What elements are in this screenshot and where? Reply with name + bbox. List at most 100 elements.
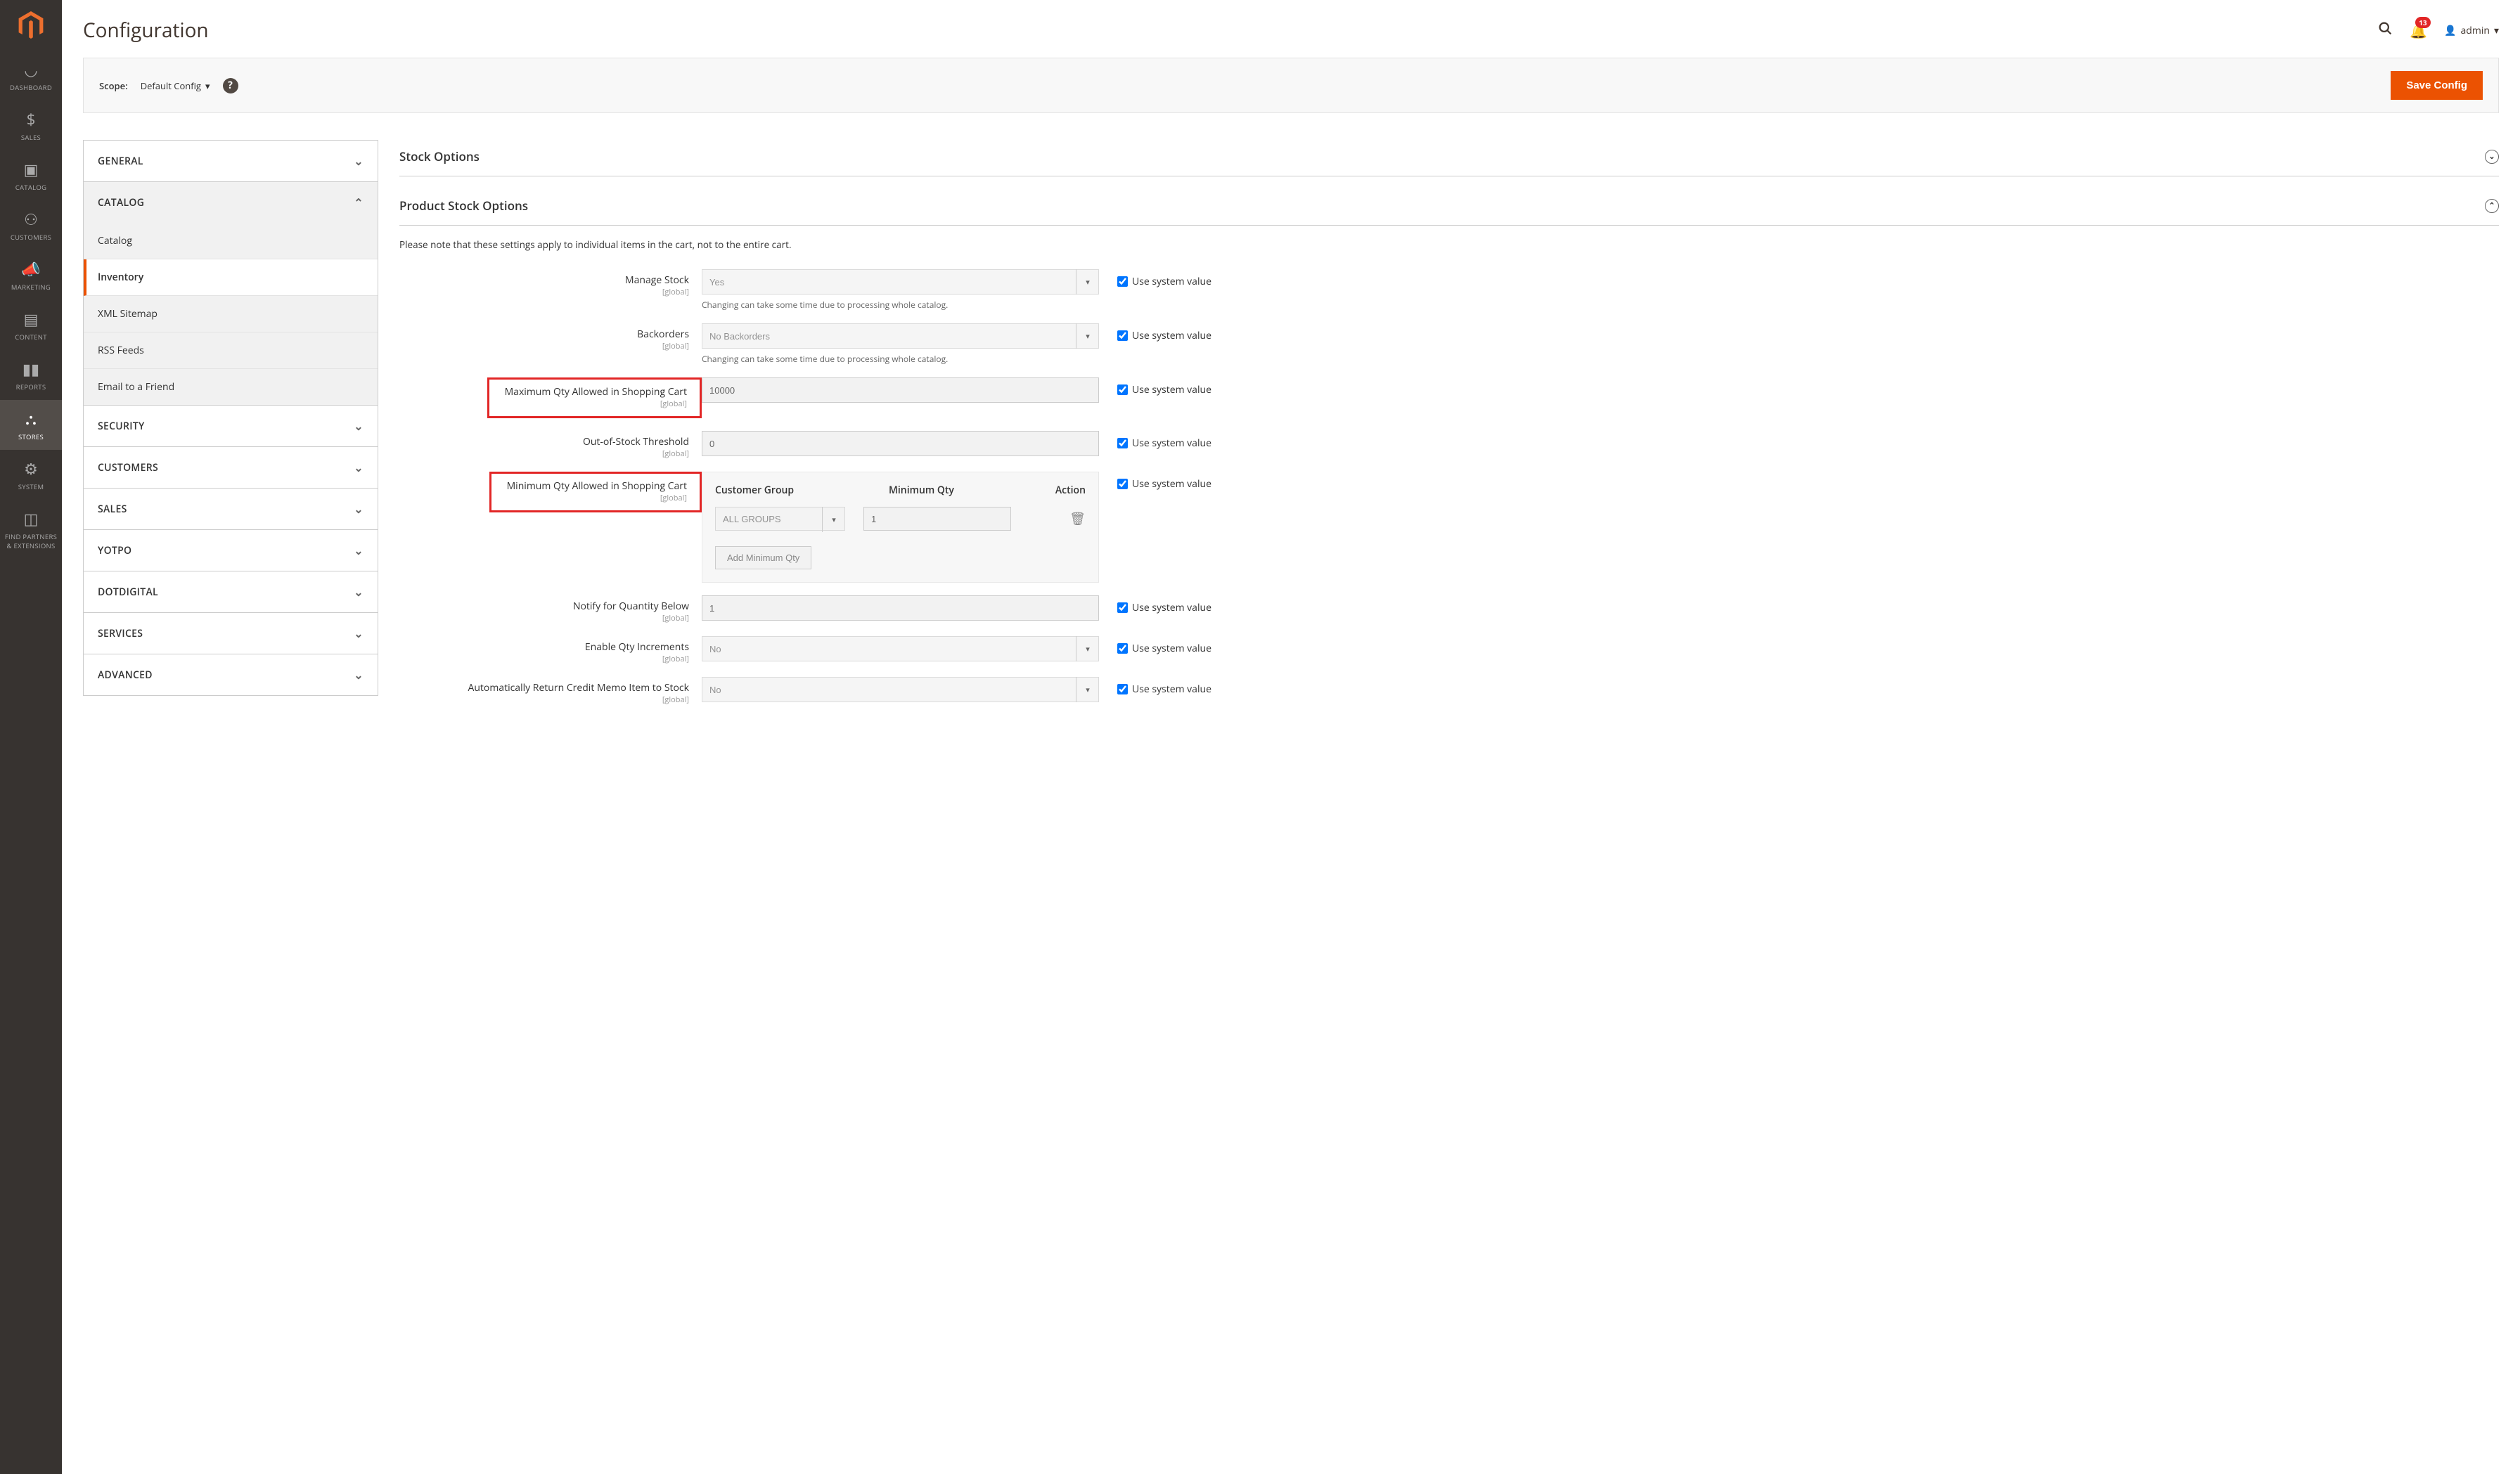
field-backorders: Backorders[global] No Backorders Changin… [399,323,2499,365]
manage-stock-select[interactable]: Yes [702,269,1099,295]
admin-sidebar: ◡DASHBOARD $SALES ▣CATALOG ⚇CUSTOMERS 📣M… [0,0,62,1474]
chevron-down-icon: ⌄ [354,667,364,683]
enable-increments-select[interactable]: No [702,636,1099,661]
nav-section-sales[interactable]: SALES⌄ [83,488,378,529]
sidebar-item-catalog[interactable]: ▣CATALOG [0,150,62,200]
notify-below-input[interactable] [702,595,1099,621]
field-enable-increments: Enable Qty Increments[global] No Use sys… [399,636,2499,664]
oos-threshold-input[interactable] [702,431,1099,456]
highlight-box: Minimum Qty Allowed in Shopping Cart[glo… [489,472,702,512]
min-qty-value-input[interactable] [863,507,1011,531]
chevron-down-icon: ⌄ [354,460,364,475]
use-system-checkbox[interactable] [1117,684,1128,694]
sidebar-item-partners[interactable]: ◫FIND PARTNERS & EXTENSIONS [0,500,62,559]
column-header-group: Customer Group [715,484,889,497]
sidebar-item-customers[interactable]: ⚇CUSTOMERS [0,200,62,250]
nav-section-yotpo[interactable]: YOTPO⌄ [83,529,378,571]
use-system-checkbox[interactable] [1117,276,1128,287]
nav-sub-email-friend[interactable]: Email to a Friend [84,369,378,405]
field-scope: [global] [399,341,689,351]
notifications-icon[interactable]: 🔔13 [2410,21,2427,40]
field-scope: [global] [399,654,689,664]
page-header: Configuration 🔔13 👤admin▾ [62,0,2520,58]
chevron-up-icon: ⌃ [354,195,364,210]
nav-sub-rss-feeds[interactable]: RSS Feeds [84,332,378,369]
collapse-icon: ⌃ [2485,199,2499,213]
nav-section-services[interactable]: SERVICES⌄ [83,612,378,654]
backorders-select[interactable]: No Backorders [702,323,1099,349]
admin-user-menu[interactable]: 👤admin▾ [2444,24,2499,37]
field-label: Automatically Return Credit Memo Item to… [399,681,689,694]
nav-section-general[interactable]: GENERAL⌄ [83,140,378,181]
trash-icon[interactable]: 🗑 [1069,510,1086,527]
field-label: Notify for Quantity Below [399,600,689,613]
chevron-down-icon: ⌄ [354,584,364,600]
help-icon[interactable]: ? [223,78,238,93]
nav-section-customers[interactable]: CUSTOMERS⌄ [83,446,378,488]
chevron-down-icon: ⌄ [354,153,364,169]
magento-logo[interactable] [0,0,62,51]
field-label: Maximum Qty Allowed in Shopping Cart [505,385,687,399]
nav-catalog-submenu: Catalog Inventory XML Sitemap RSS Feeds … [83,223,378,405]
save-config-button[interactable]: Save Config [2391,71,2483,100]
sidebar-item-content[interactable]: ▤CONTENT [0,300,62,350]
field-label: Out-of-Stock Threshold [399,435,689,448]
field-scope: [global] [507,493,687,503]
chevron-down-icon: ⌄ [354,543,364,558]
field-manage-stock: Manage Stock[global] Yes Changing can ta… [399,269,2499,311]
field-scope: [global] [399,287,689,297]
sidebar-item-sales[interactable]: $SALES [0,101,62,150]
sidebar-item-stores[interactable]: ⛬STORES [0,400,62,450]
max-qty-input[interactable] [702,377,1099,403]
nav-section-advanced[interactable]: ADVANCED⌄ [83,654,378,696]
nav-section-security[interactable]: SECURITY⌄ [83,405,378,446]
field-scope: [global] [399,694,689,705]
megaphone-icon: 📣 [21,259,40,280]
box-icon: ▣ [24,159,39,180]
field-label: Manage Stock [399,273,689,287]
use-system-checkbox[interactable] [1117,330,1128,341]
config-body: Stock Options ⌄ Product Stock Options ⌃ … [399,140,2499,718]
nav-section-dotdigital[interactable]: DOTDIGITAL⌄ [83,571,378,612]
use-system-checkbox[interactable] [1117,602,1128,613]
auto-return-select[interactable]: No [702,677,1099,702]
nav-sub-inventory[interactable]: Inventory [84,259,378,296]
chevron-down-icon: ▾ [205,79,210,92]
sidebar-item-system[interactable]: ⚙SYSTEM [0,450,62,500]
notification-badge: 13 [2415,17,2430,28]
nav-sub-catalog[interactable]: Catalog [84,223,378,259]
column-header-qty: Minimum Qty [889,484,1036,497]
field-notify-below: Notify for Quantity Below[global] Use sy… [399,595,2499,623]
chevron-down-icon: ⌄ [354,418,364,434]
chevron-down-icon: ▾ [2494,24,2499,37]
page-title: Configuration [83,17,209,44]
use-system-checkbox[interactable] [1117,479,1128,489]
field-label: Backorders [399,328,689,341]
use-system-checkbox[interactable] [1117,438,1128,448]
toolbar: Scope: Default Config ▾ ? Save Config [83,58,2499,113]
sidebar-item-reports[interactable]: ▮▮REPORTS [0,350,62,400]
min-qty-table: Customer Group Minimum Qty Action ALL GR… [702,472,1099,583]
sidebar-item-dashboard[interactable]: ◡DASHBOARD [0,51,62,101]
content-icon: ▤ [24,309,39,330]
scope-selector[interactable]: Default Config ▾ [141,79,210,92]
nav-sub-xml-sitemap[interactable]: XML Sitemap [84,296,378,332]
section-stock-options[interactable]: Stock Options ⌄ [399,140,2499,176]
expand-icon: ⌄ [2485,150,2499,164]
customer-group-select[interactable]: ALL GROUPS [715,507,845,531]
config-nav: GENERAL⌄ CATALOG⌃ Catalog Inventory XML … [83,140,378,718]
add-min-qty-button[interactable]: Add Minimum Qty [715,546,811,569]
field-oos-threshold: Out-of-Stock Threshold[global] Use syste… [399,431,2499,459]
nav-section-catalog[interactable]: CATALOG⌃ [83,181,378,223]
use-system-checkbox[interactable] [1117,643,1128,654]
section-product-stock-options[interactable]: Product Stock Options ⌃ [399,189,2499,226]
store-icon: ⛬ [25,408,36,429]
use-system-checkbox[interactable] [1117,384,1128,395]
dashboard-icon: ◡ [24,59,37,80]
field-help: Changing can take some time due to proce… [702,353,1099,365]
column-header-action: Action [1036,484,1086,497]
sidebar-item-marketing[interactable]: 📣MARKETING [0,250,62,300]
scope-label: Scope: [99,79,128,92]
dollar-icon: $ [27,109,36,130]
search-icon[interactable] [2378,21,2393,40]
